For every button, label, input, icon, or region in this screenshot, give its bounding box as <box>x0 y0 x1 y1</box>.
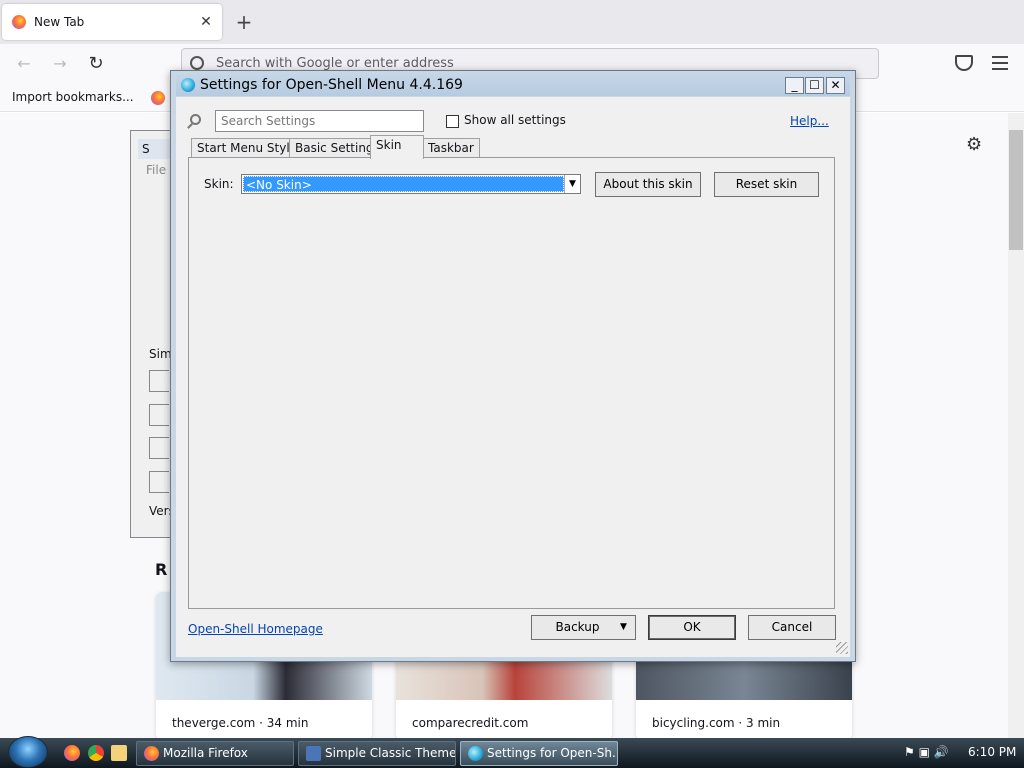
skin-tab-panel <box>188 157 835 609</box>
dropdown-arrow-icon[interactable]: ▼ <box>620 622 627 632</box>
help-link[interactable]: Help... <box>790 114 829 128</box>
taskbar-item-open-shell-settings[interactable]: Settings for Open-Sh... <box>460 741 618 766</box>
search-icon <box>190 114 201 125</box>
taskbar-item-label: Simple Classic Theme <box>325 746 456 760</box>
file-menu[interactable]: File <box>146 163 166 177</box>
tab-skin[interactable]: Skin <box>370 135 424 159</box>
scrollbar-thumb[interactable] <box>1009 130 1023 250</box>
tab-taskbar[interactable]: Taskbar <box>422 138 480 158</box>
forward-button[interactable]: → <box>48 52 72 76</box>
maximize-button[interactable]: ☐ <box>805 77 824 94</box>
chevron-down-icon[interactable]: ▼ <box>564 175 580 193</box>
new-tab-button[interactable]: + <box>232 10 256 34</box>
open-shell-icon <box>181 78 195 92</box>
reload-button[interactable]: ↻ <box>84 52 108 76</box>
close-button[interactable]: ✕ <box>826 77 845 94</box>
show-all-settings-label[interactable]: Show all settings <box>464 113 566 127</box>
gear-icon[interactable]: ⚙ <box>966 134 982 155</box>
minimize-button[interactable]: _ <box>785 77 804 94</box>
card-label: comparecredit.com <box>412 716 529 730</box>
card-label: bicycling.com · 3 min <box>652 716 781 730</box>
chrome-quicklaunch-icon[interactable] <box>88 745 104 761</box>
folder-quicklaunch-icon[interactable] <box>111 745 127 761</box>
system-tray-icons[interactable]: ⚑ ▣ 🔊 <box>904 745 949 759</box>
app-icon <box>306 746 321 761</box>
background-button[interactable] <box>149 437 169 459</box>
about-skin-button[interactable]: About this skin <box>595 172 701 197</box>
start-button[interactable] <box>8 736 48 768</box>
close-tab-icon[interactable]: ✕ <box>196 14 216 30</box>
dialog-title: Settings for Open-Shell Menu 4.4.169 <box>200 77 463 93</box>
card-label: theverge.com · 34 min <box>172 716 309 730</box>
firefox-bookmark-icon[interactable] <box>151 91 165 105</box>
skin-label: Skin: <box>204 177 234 191</box>
cancel-button[interactable]: Cancel <box>748 615 836 640</box>
firefox-quicklaunch-icon[interactable] <box>64 745 80 761</box>
recent-activity-heading: R <box>155 560 168 579</box>
taskbar-item-label: Mozilla Firefox <box>163 746 248 760</box>
taskbar-clock[interactable]: 6:10 PM <box>968 745 1016 759</box>
search-settings-input[interactable] <box>215 110 424 132</box>
reset-skin-button[interactable]: Reset skin <box>714 172 819 197</box>
open-shell-icon <box>468 746 483 761</box>
background-button[interactable] <box>149 404 169 426</box>
firefox-icon <box>144 746 159 761</box>
search-icon <box>190 56 204 70</box>
open-shell-homepage-link[interactable]: Open-Shell Homepage <box>188 622 323 636</box>
tab-start-menu-style[interactable]: Start Menu Style <box>191 138 304 158</box>
skin-dropdown-value[interactable]: <No Skin> <box>243 176 564 192</box>
background-button[interactable] <box>149 471 169 493</box>
show-all-settings-checkbox[interactable] <box>446 115 459 128</box>
resize-grip[interactable] <box>836 642 848 654</box>
taskbar-item-firefox[interactable]: Mozilla Firefox <box>136 741 294 766</box>
import-bookmarks-link[interactable]: Import bookmarks... <box>12 90 134 104</box>
taskbar-item-simple-classic-theme[interactable]: Simple Classic Theme <box>298 741 456 766</box>
tab-title: New Tab <box>34 15 85 29</box>
firefox-icon <box>12 15 26 29</box>
background-button[interactable] <box>149 370 169 392</box>
hamburger-menu-icon[interactable] <box>992 56 1008 70</box>
browser-tab-new-tab[interactable]: New Tab ✕ <box>2 4 222 40</box>
ok-button[interactable]: OK <box>648 615 736 640</box>
taskbar-item-label: Settings for Open-Sh... <box>487 746 618 760</box>
back-button[interactable]: ← <box>12 52 36 76</box>
